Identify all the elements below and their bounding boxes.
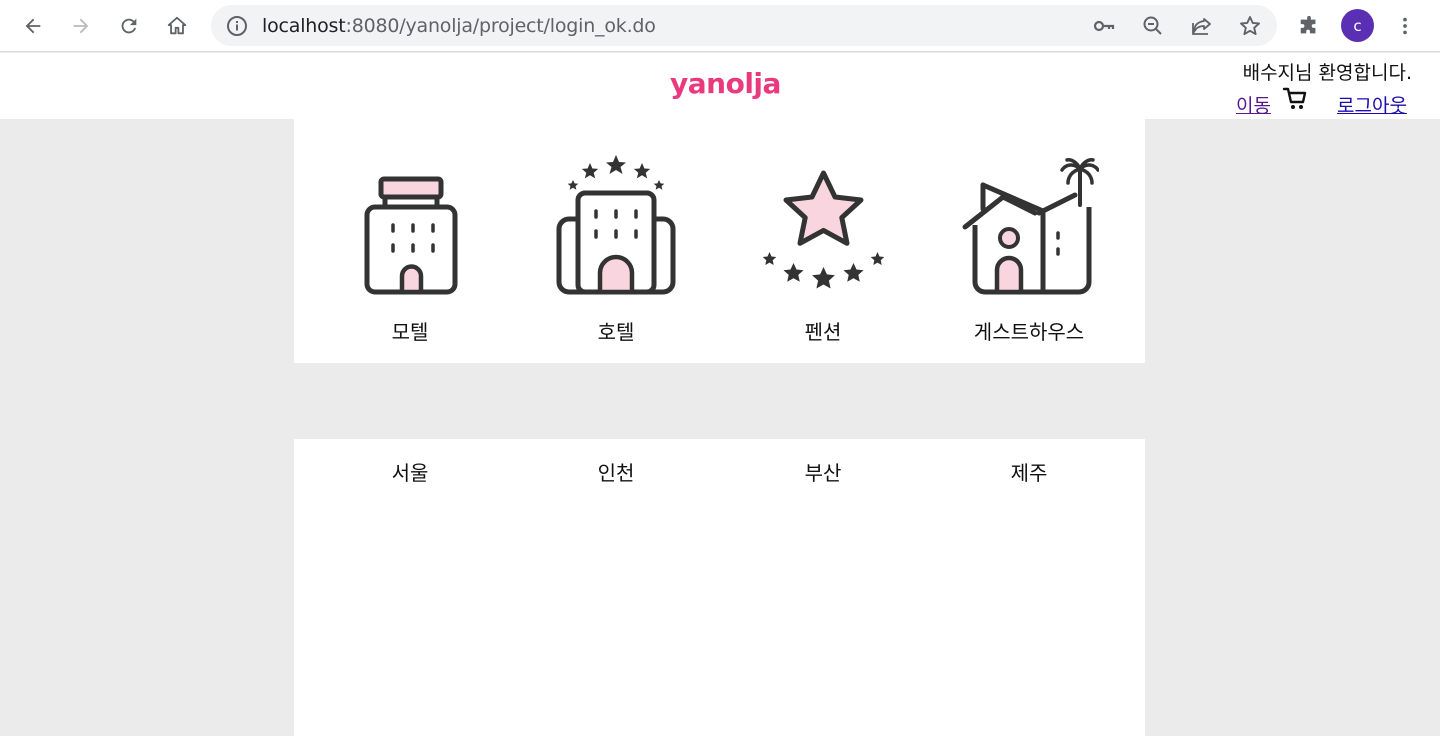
url-text[interactable]: localhost:8080/yanolja/project/login_ok.… xyxy=(262,15,656,37)
menu-button[interactable] xyxy=(1387,8,1423,44)
home-icon xyxy=(167,16,187,35)
region-incheon[interactable]: 인천 xyxy=(513,457,719,486)
category-pension[interactable]: 펜션 xyxy=(720,149,926,349)
motel-icon xyxy=(364,176,458,295)
cart-icon[interactable] xyxy=(1282,86,1308,112)
region-busan[interactable]: 부산 xyxy=(720,457,926,486)
profile-avatar[interactable]: c xyxy=(1341,9,1374,42)
forward-button[interactable] xyxy=(63,8,99,44)
category-hotel[interactable]: 호텔 xyxy=(513,149,719,349)
arrow-right-icon xyxy=(73,18,89,34)
site-logo[interactable]: yanolja xyxy=(670,67,781,100)
zoom-out-icon[interactable] xyxy=(1141,14,1165,38)
profile-initial: c xyxy=(1353,16,1362,35)
reload-button[interactable] xyxy=(111,8,147,44)
pension-icon xyxy=(762,170,885,289)
category-label: 호텔 xyxy=(597,320,635,344)
extensions-button[interactable] xyxy=(1291,8,1327,44)
reload-icon xyxy=(121,18,137,34)
hotel-icon xyxy=(556,155,676,295)
guesthouse-icon xyxy=(962,158,1099,295)
move-link[interactable]: 이동 xyxy=(1236,91,1271,118)
home-button[interactable] xyxy=(159,8,195,44)
more-vert-icon xyxy=(1403,17,1407,35)
category-panel: 모텔 호텔 펜션 게스트하우스 xyxy=(294,119,1145,363)
key-icon[interactable] xyxy=(1092,14,1116,38)
region-jeju[interactable]: 제주 xyxy=(926,457,1132,486)
info-icon[interactable] xyxy=(225,14,249,38)
category-guesthouse[interactable]: 게스트하우스 xyxy=(926,149,1132,349)
site-header: yanolja 배수지님 환영합니다. 이동 로그아웃 xyxy=(0,53,1440,119)
category-label: 펜션 xyxy=(804,320,842,344)
bookmark-star-icon[interactable] xyxy=(1238,14,1262,38)
welcome-message: 배수지님 환영합니다. xyxy=(1242,62,1412,84)
puzzle-icon xyxy=(1300,15,1316,34)
address-bar[interactable]: localhost:8080/yanolja/project/login_ok.… xyxy=(211,5,1277,46)
region-panel: 서울 인천 부산 제주 xyxy=(294,439,1145,736)
back-button[interactable] xyxy=(15,8,51,44)
category-label: 게스트하우스 xyxy=(973,320,1085,344)
category-motel[interactable]: 모텔 xyxy=(307,149,513,349)
category-label: 모텔 xyxy=(391,320,429,344)
region-seoul[interactable]: 서울 xyxy=(307,457,513,486)
share-icon[interactable] xyxy=(1190,14,1214,38)
logout-link[interactable]: 로그아웃 xyxy=(1337,91,1407,118)
arrow-left-icon xyxy=(25,18,41,34)
browser-toolbar: localhost:8080/yanolja/project/login_ok.… xyxy=(0,0,1440,52)
